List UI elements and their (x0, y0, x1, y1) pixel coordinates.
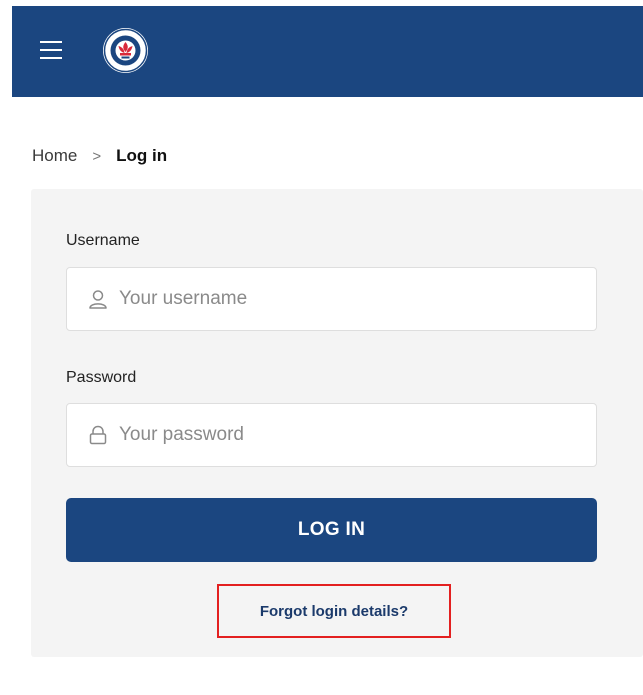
forgot-login-details-link[interactable]: Forgot login details? (260, 603, 408, 620)
hamburger-menu-icon[interactable] (40, 41, 62, 59)
password-input[interactable] (119, 415, 579, 455)
breadcrumb: Home > Log in (32, 145, 167, 167)
login-button[interactable]: LOG IN (66, 498, 597, 562)
user-icon (87, 288, 109, 310)
username-input[interactable] (119, 279, 579, 319)
password-label: Password (66, 369, 137, 386)
breadcrumb-separator: > (92, 147, 102, 165)
top-navigation-bar (12, 6, 643, 97)
forgot-link-highlight: Forgot login details? (217, 584, 451, 638)
breadcrumb-current: Log in (116, 146, 168, 165)
breadcrumb-home-link[interactable]: Home (32, 146, 77, 166)
site-logo[interactable] (103, 28, 148, 73)
username-label: Username (66, 232, 140, 249)
password-field-container[interactable] (66, 403, 597, 467)
username-field-container[interactable] (66, 267, 597, 331)
logo-emblem-icon (103, 28, 148, 73)
lock-icon (87, 424, 109, 446)
